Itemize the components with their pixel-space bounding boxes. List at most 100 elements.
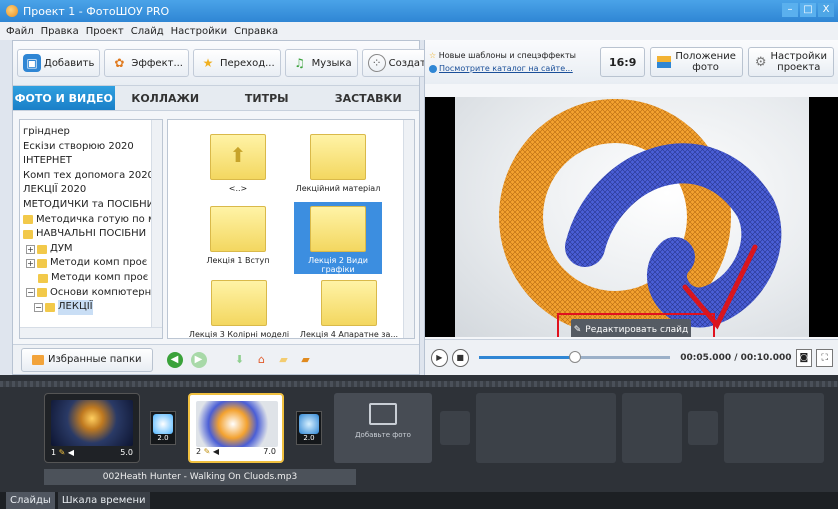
- add-photo-label: Добавьте фото: [355, 431, 411, 439]
- tree-item[interactable]: Методи комп проє: [20, 271, 162, 286]
- add-button[interactable]: ▣ Добавить: [17, 49, 101, 77]
- empty-slide-slot: [724, 393, 824, 463]
- slide-info: 2 ✎ ◀ 7.0: [196, 447, 276, 457]
- tree-item[interactable]: НАВЧАЛЬНІ ПОСІБНИ: [20, 227, 162, 242]
- menu-project[interactable]: Проект: [86, 26, 124, 37]
- tab-titles[interactable]: ТИТРЫ: [216, 86, 318, 110]
- maximize-button[interactable]: □: [800, 3, 816, 17]
- pencil-icon: ✎: [58, 448, 66, 457]
- tree-horizontal-scrollbar[interactable]: [20, 327, 162, 338]
- folder-thumb[interactable]: Лекція 4 Апаратне за...: [294, 276, 404, 338]
- project-settings-line1: Настройки: [770, 51, 827, 62]
- home-icon[interactable]: ⌂: [255, 353, 269, 367]
- add-photo-slot[interactable]: Добавьте фото: [334, 393, 432, 463]
- photo-position-button[interactable]: Положение фото: [650, 47, 743, 77]
- music-button[interactable]: ♫ Музыка: [284, 49, 358, 77]
- empty-slide-slot: [622, 393, 682, 463]
- photo-position-line2: фото: [692, 62, 719, 73]
- back-icon[interactable]: ◀: [166, 351, 183, 368]
- forward-icon[interactable]: ▶: [190, 351, 207, 368]
- tab-slides[interactable]: Слайды: [6, 492, 55, 509]
- slide-number: 1 ✎ ◀: [51, 448, 74, 458]
- folder-thumb-label: <..>: [228, 184, 248, 193]
- folder-thumb[interactable]: ⬆ <..>: [194, 130, 282, 202]
- playback-handle[interactable]: [568, 351, 581, 363]
- collapse-icon[interactable]: −: [26, 288, 35, 298]
- folder-thumb[interactable]: Лекційний матеріал: [294, 130, 382, 202]
- effects-button[interactable]: ✿ Эффект...: [104, 49, 189, 77]
- tree-item[interactable]: + ДУМ: [20, 242, 162, 257]
- folder-icon: [310, 206, 366, 252]
- folder-thumb-label: Лекційний матеріал: [295, 184, 381, 193]
- minimize-button[interactable]: –: [782, 3, 798, 17]
- timeline-ruler: [0, 381, 838, 387]
- expand-icon[interactable]: +: [26, 244, 35, 254]
- folder-thumb-selected[interactable]: Лекція 2 Види графіки: [294, 202, 382, 274]
- folder-thumb-label: Лекція 3 Колірні моделі: [188, 330, 290, 339]
- tab-intros[interactable]: ЗАСТАВКИ: [318, 86, 420, 110]
- star-icon: ★: [202, 56, 214, 70]
- add-button-label: Добавить: [44, 57, 95, 69]
- folder-thumb[interactable]: Лекція 1 Вступ: [194, 202, 282, 274]
- tab-collages[interactable]: КОЛЛАЖИ: [115, 86, 217, 110]
- folder-thumb[interactable]: Лекція 3 Колірні моделі: [184, 276, 294, 339]
- stop-button[interactable]: ■: [451, 348, 469, 367]
- down-arrow-icon[interactable]: ⬇: [233, 353, 247, 367]
- audio-track[interactable]: 002Heath Hunter - Walking On Cluods.mp3: [44, 469, 356, 485]
- menu-bar: Файл Правка Проект Слайд Настройки Справ…: [0, 22, 838, 40]
- menu-file[interactable]: Файл: [6, 26, 34, 37]
- slide-thumbnail-selected[interactable]: 2 ✎ ◀ 7.0: [188, 393, 284, 463]
- photo-position-label: Положение фото: [675, 51, 736, 73]
- expand-icon[interactable]: +: [26, 259, 35, 269]
- photo-position-line1: Положение: [675, 51, 736, 62]
- info-icon: [429, 64, 437, 73]
- fullscreen-icon[interactable]: ⛶: [816, 348, 833, 367]
- favorite-folders-button[interactable]: Избранные папки: [21, 347, 153, 372]
- transition-thumbnail[interactable]: 2.0: [150, 411, 176, 445]
- playback-slider[interactable]: [478, 351, 671, 363]
- collapse-icon[interactable]: −: [34, 302, 43, 312]
- tree-vertical-scrollbar[interactable]: [151, 120, 162, 338]
- tree-item[interactable]: Методичка готую по м: [20, 213, 162, 228]
- transition-thumbnail[interactable]: 2.0: [296, 411, 322, 445]
- folder-thumb-label: Лекція 1 Вступ: [206, 256, 270, 265]
- close-button[interactable]: X: [818, 3, 834, 17]
- menu-help[interactable]: Справка: [234, 26, 278, 37]
- tree-item[interactable]: − Основи компютерн: [20, 286, 162, 301]
- snapshot-icon[interactable]: ◙: [795, 348, 813, 367]
- empty-transition-slot: [440, 411, 470, 445]
- tree-item[interactable]: Ескізи створюю 2020: [20, 140, 162, 155]
- favorite-folder-icon[interactable]: ▰: [299, 353, 313, 367]
- image-position-icon: [657, 56, 672, 68]
- tree-item[interactable]: ІНТЕРНЕТ: [20, 154, 162, 169]
- tree-item[interactable]: МЕТОДИЧКИ та ПОСІБНИ: [20, 198, 162, 213]
- slide-timeline: 1 ✎ ◀ 5.0 2.0 2 ✎ ◀ 7.0 2.0 Добавьте фот…: [0, 375, 838, 492]
- play-button[interactable]: ▶: [431, 348, 448, 367]
- catalog-link[interactable]: Посмотрите каталог на сайте...: [439, 64, 573, 73]
- music-button-label: Музыка: [311, 57, 352, 69]
- tree-item[interactable]: Комп тех допомога 2020: [20, 169, 162, 184]
- transition-duration: 2.0: [157, 434, 169, 442]
- folder-icon: ⬆: [210, 134, 266, 180]
- tree-item-selected[interactable]: − ЛЕКЦІЇ: [20, 300, 162, 315]
- tree-item[interactable]: ЛЕКЦІЇ 2020: [20, 183, 162, 198]
- project-settings-button[interactable]: ⚙ Настройки проекта: [747, 47, 834, 77]
- tab-timeline[interactable]: Шкала времени: [57, 492, 150, 509]
- effects-icon: ✿: [114, 56, 125, 70]
- add-folder-icon[interactable]: ▰: [277, 353, 291, 367]
- menu-slide[interactable]: Слайд: [131, 26, 164, 37]
- edit-slide-button[interactable]: ✎ Редактировать слайд: [571, 319, 691, 337]
- transitions-button[interactable]: ★ Переход...: [192, 49, 281, 77]
- slide-number: 2 ✎ ◀: [196, 447, 219, 457]
- slide-thumbnail[interactable]: 1 ✎ ◀ 5.0: [44, 393, 140, 463]
- project-settings-line2: проекта: [777, 62, 821, 73]
- menu-edit[interactable]: Правка: [41, 26, 79, 37]
- tree-item[interactable]: грінднер: [20, 125, 162, 140]
- tree-item[interactable]: + Методи комп проє: [20, 256, 162, 271]
- thumbs-vertical-scrollbar[interactable]: [403, 120, 414, 338]
- folder-thumbnails: ⬆ <..> Лекційний матеріал Лекція 1 Вступ…: [167, 119, 415, 339]
- aspect-ratio-button[interactable]: 16:9: [599, 47, 646, 77]
- folder-icon: [210, 206, 266, 252]
- menu-settings[interactable]: Настройки: [171, 26, 227, 37]
- tab-photo-video[interactable]: ФОТО И ВИДЕО: [13, 86, 115, 110]
